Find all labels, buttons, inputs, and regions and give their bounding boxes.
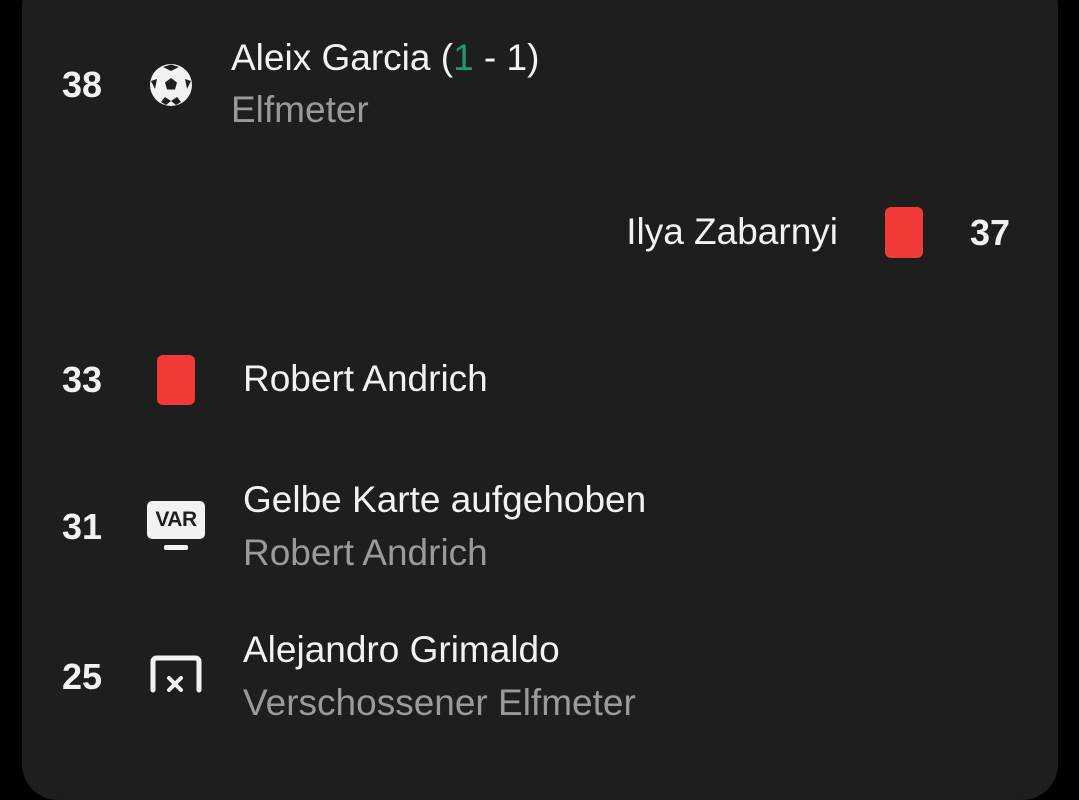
- event-minute: 31: [62, 506, 103, 547]
- event-minute: 38: [62, 64, 103, 105]
- event-minute: 25: [62, 656, 103, 697]
- red-card-icon: [885, 207, 923, 258]
- event-row-var[interactable]: 31 VAR Gelbe Karte aufgehoben Robert And…: [0, 470, 1079, 580]
- event-row-red-card-away[interactable]: Ilya Zabarnyi 37: [0, 190, 1079, 280]
- event-row-goal[interactable]: 38 Aleix Garcia (1 - 1) Elfmeter: [0, 30, 1079, 140]
- event-detail: Verschossener Elfmeter: [243, 682, 636, 723]
- score-rest: - 1): [473, 37, 540, 78]
- score-home: 1: [453, 37, 474, 78]
- event-player: Alejandro Grimaldo: [243, 629, 560, 670]
- event-player: Robert Andrich: [243, 358, 488, 399]
- event-row-red-card-home[interactable]: 33 Robert Andrich: [0, 335, 1079, 425]
- player-name: Aleix Garcia: [231, 37, 431, 78]
- event-minute: 37: [970, 212, 1011, 253]
- event-minute: 33: [62, 359, 103, 400]
- var-icon: VAR: [147, 501, 205, 553]
- red-card-icon: [157, 355, 195, 405]
- event-player: Ilya Zabarnyi: [626, 211, 838, 252]
- var-icon-label: VAR: [155, 508, 197, 531]
- missed-penalty-icon: [149, 654, 203, 698]
- score-open: (: [430, 37, 454, 78]
- event-detail: Elfmeter: [231, 89, 369, 130]
- event-player: Aleix Garcia (1 - 1): [231, 36, 539, 80]
- event-detail: Robert Andrich: [243, 532, 488, 573]
- soccer-ball-icon: [149, 63, 193, 107]
- event-title: Gelbe Karte aufgehoben: [243, 479, 647, 520]
- event-row-missed-penalty[interactable]: 25 Alejandro Grimaldo Verschossener Elfm…: [0, 620, 1079, 730]
